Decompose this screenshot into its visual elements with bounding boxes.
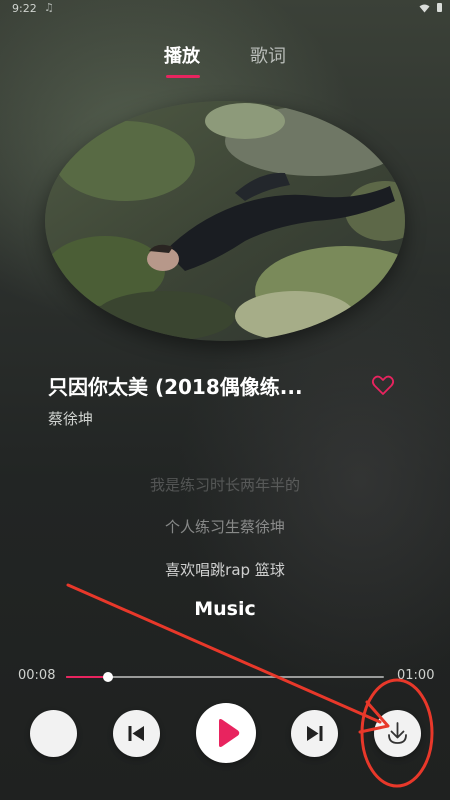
playback-progress: 00:08 01:00 bbox=[0, 666, 450, 688]
tab-play[interactable]: 播放 bbox=[164, 42, 200, 68]
music-note-icon: ♫ bbox=[44, 1, 54, 14]
download-button[interactable] bbox=[374, 710, 421, 757]
previous-button[interactable] bbox=[113, 710, 160, 757]
battery-icon bbox=[437, 3, 442, 12]
heart-icon[interactable] bbox=[370, 372, 396, 398]
download-icon bbox=[388, 722, 407, 744]
progress-slider[interactable] bbox=[66, 672, 384, 682]
play-mode-button[interactable] bbox=[30, 710, 77, 757]
progress-thumb[interactable] bbox=[103, 672, 114, 682]
next-button[interactable] bbox=[291, 710, 338, 757]
tab-bar: 播放 歌词 bbox=[0, 42, 450, 82]
lyric-line-current: Music bbox=[194, 598, 256, 620]
progress-played bbox=[66, 676, 109, 678]
singer-name: 蔡徐坤 bbox=[48, 410, 94, 428]
active-tab-indicator bbox=[166, 75, 200, 78]
skip-next-icon bbox=[307, 726, 323, 741]
lyric-line: 个人练习生蔡徐坤 bbox=[164, 518, 285, 536]
lyric-line: 喜欢唱跳rap 篮球 bbox=[165, 561, 285, 579]
song-title: 只因你太美 (2018偶像练... bbox=[48, 375, 303, 399]
tab-lyrics[interactable]: 歌词 bbox=[250, 42, 286, 68]
total-time: 01:00 bbox=[397, 668, 435, 683]
current-time: 00:08 bbox=[18, 668, 56, 683]
skip-previous-icon bbox=[128, 726, 144, 741]
status-time: 9:22 bbox=[12, 2, 37, 15]
lyric-line: 我是练习时长两年半的 bbox=[149, 476, 300, 494]
wifi-icon bbox=[419, 3, 430, 16]
album-cover bbox=[45, 101, 405, 341]
play-button[interactable] bbox=[196, 703, 256, 763]
status-bar: 9:22 ♫ bbox=[0, 0, 450, 18]
play-icon bbox=[219, 719, 240, 747]
